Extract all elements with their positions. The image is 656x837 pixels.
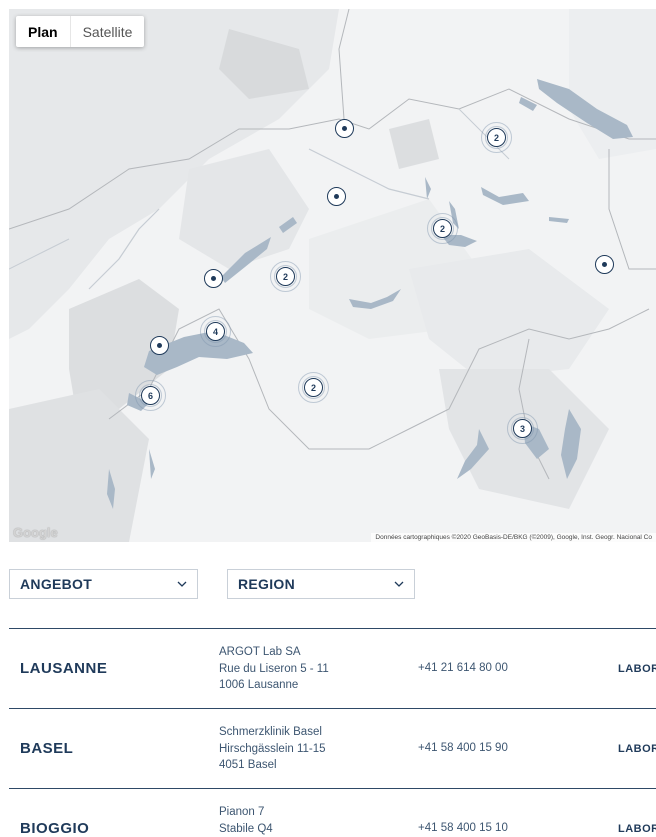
marker-dot-icon — [157, 343, 162, 348]
region-select[interactable]: REGION — [227, 569, 415, 599]
map-type-plan[interactable]: Plan — [16, 16, 71, 47]
map[interactable]: Plan Satellite 2 2 2 4 6 2 3 Google Donn… — [9, 9, 656, 542]
map-attribution: Données cartographiques ©2020 GeoBasis-D… — [371, 533, 656, 542]
location-address: Schmerzklinik Basel Hirschgässlein 11-15… — [219, 726, 326, 771]
location-tag: LABORS — [618, 743, 656, 755]
marker-dot-icon — [342, 126, 347, 131]
marker-dot-icon — [602, 262, 607, 267]
location-address: Pianon 7 Stabile Q4 — [219, 806, 273, 835]
location-row[interactable]: LAUSANNE ARGOT Lab SA Rue du Liseron 5 -… — [9, 628, 656, 709]
location-tag: LABORS — [618, 663, 656, 675]
location-phone[interactable]: +41 21 614 80 00 — [418, 662, 508, 674]
location-city: BASEL — [20, 740, 74, 757]
location-phone[interactable]: +41 58 400 15 10 — [418, 822, 508, 834]
chevron-down-icon — [394, 581, 404, 587]
marker-dot-icon — [334, 194, 339, 199]
location-city: LAUSANNE — [20, 660, 108, 677]
region-select-label: REGION — [238, 576, 296, 592]
location-address: ARGOT Lab SA Rue du Liseron 5 - 11 1006 … — [219, 646, 329, 691]
angebot-select[interactable]: ANGEBOT — [9, 569, 198, 599]
location-row[interactable]: BASEL Schmerzklinik Basel Hirschgässlein… — [9, 708, 656, 789]
google-logo: Google — [13, 525, 58, 540]
angebot-select-label: ANGEBOT — [20, 576, 93, 592]
location-tag: LABORS — [618, 823, 656, 835]
marker-dot-icon — [211, 276, 216, 281]
location-row[interactable]: BIOGGIO Pianon 7 Stabile Q4 +41 58 400 1… — [9, 788, 656, 837]
chevron-down-icon — [177, 581, 187, 587]
map-canvas[interactable] — [9, 9, 656, 542]
map-type-satellite[interactable]: Satellite — [71, 16, 145, 47]
location-phone[interactable]: +41 58 400 15 90 — [418, 742, 508, 754]
map-type-control: Plan Satellite — [16, 16, 145, 47]
